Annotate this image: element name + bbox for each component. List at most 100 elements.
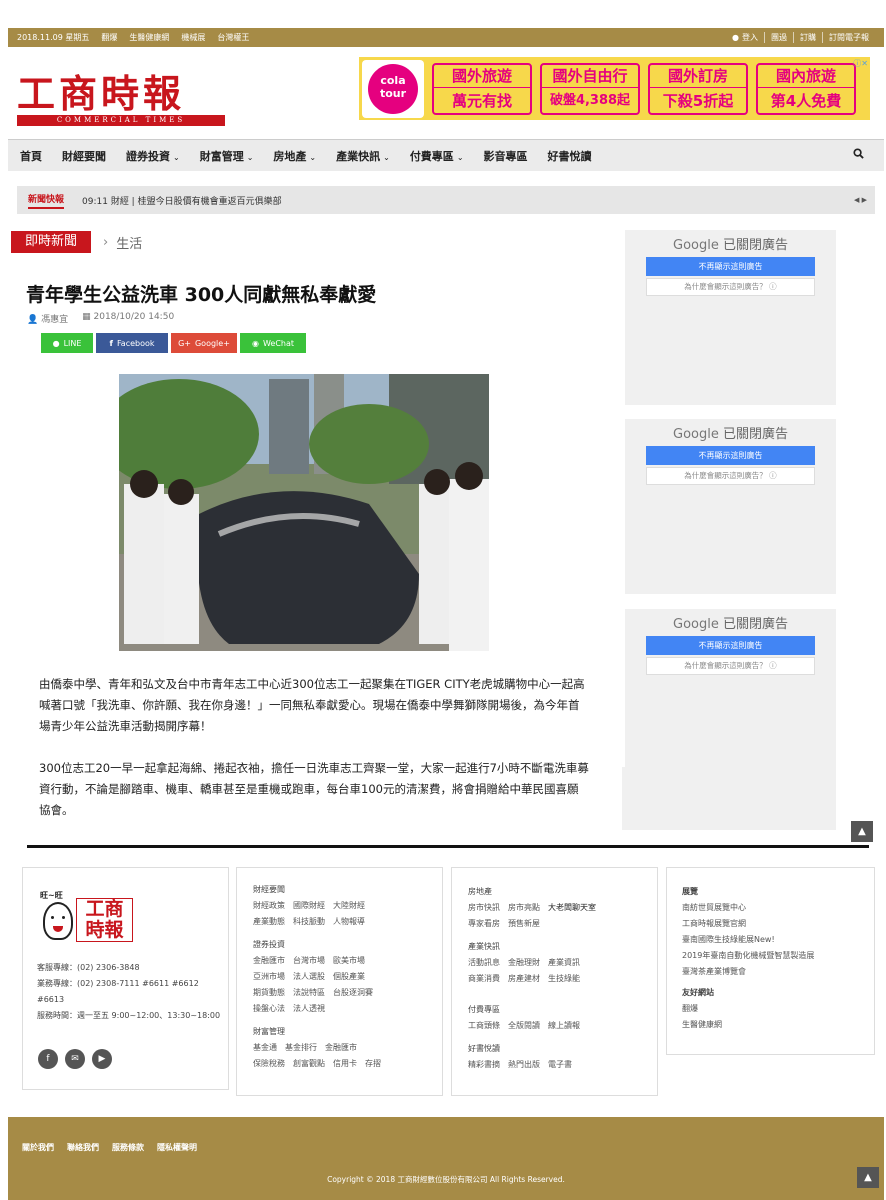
footer-link[interactable]: 金融匯市 [325, 1043, 357, 1052]
top-link-warrant[interactable]: 台灣權王 [217, 32, 249, 43]
footer-link[interactable]: 專家看房 [468, 919, 500, 928]
footer-link[interactable]: 房市快訊 [468, 903, 500, 912]
footer-link[interactable]: 線上讀報 [548, 1021, 580, 1030]
ad-cell-2[interactable]: 國外自由行 破盤4,388起 [540, 62, 640, 115]
footer-link[interactable]: 商業消費 [468, 974, 500, 983]
footer-link[interactable]: 大老闆聊天室 [548, 903, 596, 912]
footer-heading[interactable]: 財經要聞 [253, 884, 442, 895]
nav-video[interactable]: 影音專區 [484, 148, 528, 164]
footer-heading[interactable]: 好書悅讀 [468, 1043, 657, 1054]
footer-link[interactable]: 臺灣茶產業博覽會 [682, 966, 874, 977]
scroll-top-button[interactable]: ▲ [857, 1167, 879, 1188]
footer-link[interactable]: 台股逐洞賽 [333, 988, 373, 997]
ticker-arrows-icon[interactable]: ◀ ▶ [854, 196, 867, 204]
footer-link[interactable]: 法說特區 [293, 988, 325, 997]
search-icon[interactable] [853, 148, 864, 162]
footer-heading[interactable]: 房地產 [468, 886, 657, 897]
footer-link[interactable]: 信用卡 [333, 1059, 357, 1068]
ad-cell-1[interactable]: 國外旅遊 萬元有找 [432, 62, 532, 115]
footer-link[interactable]: 科技脈動 [293, 917, 325, 926]
footer-link[interactable]: 基金通 [253, 1043, 277, 1052]
footer-link[interactable]: 人物報導 [333, 917, 365, 926]
footer-link[interactable]: 工商時報展覽官網 [682, 918, 874, 929]
banner-ad[interactable]: cola tour 國外旅遊 萬元有找 國外自由行 破盤4,388起 國外訂房 下殺5折… [359, 57, 870, 120]
facebook-icon[interactable]: f [38, 1049, 58, 1069]
footer-link[interactable]: 生醫健康網 [682, 1019, 874, 1030]
footer-link[interactable]: 存摺 [365, 1059, 381, 1068]
footer-link[interactable]: 操盤心法 [253, 1004, 285, 1013]
why-ad-button[interactable]: 為什麼會顯示這則廣告？ ⓘ [646, 467, 815, 485]
footer-link[interactable]: 基金排行 [285, 1043, 317, 1052]
why-ad-button[interactable]: 為什麼會顯示這則廣告？ ⓘ [646, 278, 815, 296]
footer-terms-link[interactable]: 服務條款 [112, 1142, 144, 1153]
footer-heading[interactable]: 付費專區 [468, 1004, 657, 1015]
footer-heading[interactable]: 產業快訊 [468, 941, 657, 952]
email-icon[interactable]: ✉ [65, 1049, 85, 1069]
ad-cell-4[interactable]: 國內旅遊 第4人免費 [756, 62, 856, 115]
top-link-health[interactable]: 生醫健康網 [129, 32, 169, 43]
breadcrumb-tag[interactable]: 即時新聞 [11, 231, 91, 253]
share-google-button[interactable]: G+ Google+ [171, 333, 237, 353]
nav-books[interactable]: 好書悅讀 [548, 148, 592, 164]
share-facebook-button[interactable]: f Facebook [96, 333, 168, 353]
footer-link[interactable]: 金融理財 [508, 958, 540, 967]
footer-link[interactable]: 精彩書摘 [468, 1060, 500, 1069]
stop-ad-button[interactable]: 不再顯示這則廣告 [646, 446, 815, 465]
footer-heading[interactable]: 財富管理 [253, 1026, 442, 1037]
footer-link[interactable]: 預售新屋 [508, 919, 540, 928]
scroll-top-button[interactable]: ▲ [851, 821, 873, 842]
footer-link[interactable]: 歐美市場 [333, 956, 365, 965]
footer-link[interactable]: 電子書 [548, 1060, 572, 1069]
youtube-icon[interactable]: ▶ [92, 1049, 112, 1069]
nav-home[interactable]: 首頁 [20, 148, 42, 164]
footer-link[interactable]: 個股產業 [333, 972, 365, 981]
footer-link[interactable]: 財經政策 [253, 901, 285, 910]
footer-link[interactable]: 國際財經 [293, 901, 325, 910]
login-link[interactable]: ● 登入 [726, 32, 764, 43]
ad-close-icon[interactable]: ⓘ✕ [853, 58, 868, 69]
stop-ad-button[interactable]: 不再顯示這則廣告 [646, 636, 815, 655]
footer-contact-link[interactable]: 聯絡我們 [67, 1142, 99, 1153]
footer-link[interactable]: 全版閱讀 [508, 1021, 540, 1030]
breadcrumb-category[interactable]: 生活 [116, 233, 142, 252]
top-link-subscribe[interactable]: 訂購 [793, 32, 822, 43]
why-ad-button[interactable]: 為什麼會顯示這則廣告？ ⓘ [646, 657, 815, 675]
footer-link[interactable]: 亞洲市場 [253, 972, 285, 981]
top-link-epaper[interactable]: 訂閱電子報 [822, 32, 875, 43]
footer-link[interactable]: 金融匯市 [253, 956, 285, 965]
ticker-headline[interactable]: 09:11 財經 | 桂盟今日股價有機會重返百元俱樂部 [82, 194, 282, 207]
site-logo[interactable]: 工商時報 COMMERCIAL TIMES [17, 74, 225, 126]
footer-privacy-link[interactable]: 隱私權聲明 [157, 1142, 197, 1153]
footer-link[interactable]: 法人選股 [293, 972, 325, 981]
stop-ad-button[interactable]: 不再顯示這則廣告 [646, 257, 815, 276]
nav-securities[interactable]: 證券投資 ⌄ [126, 148, 180, 164]
top-link-machine[interactable]: 機械展 [181, 32, 205, 43]
footer-link[interactable]: 台灣市場 [293, 956, 325, 965]
top-link-group[interactable]: 團過 [764, 32, 793, 43]
footer-link[interactable]: 臺南國際生技綠能展New! [682, 934, 874, 945]
footer-link[interactable]: 創富觀點 [293, 1059, 325, 1068]
nav-paid[interactable]: 付費專區 ⌄ [410, 148, 464, 164]
footer-link[interactable]: 房產建材 [508, 974, 540, 983]
footer-link[interactable]: 法人透視 [293, 1004, 325, 1013]
footer-link[interactable]: 活動訊息 [468, 958, 500, 967]
footer-link[interactable]: 產業動態 [253, 917, 285, 926]
footer-link[interactable]: 房市亮點 [508, 903, 540, 912]
nav-finance-news[interactable]: 財經要聞 [62, 148, 106, 164]
ad-cell-3[interactable]: 國外訂房 下殺5折起 [648, 62, 748, 115]
footer-link[interactable]: 產業資訊 [548, 958, 580, 967]
share-wechat-button[interactable]: ◉ WeChat [240, 333, 306, 353]
footer-logo[interactable]: 旺~旺 工商時報 [40, 890, 135, 942]
nav-realestate[interactable]: 房地產 ⌄ [273, 148, 316, 164]
footer-link[interactable]: 大陸財經 [333, 901, 365, 910]
footer-link[interactable]: 工商頭條 [468, 1021, 500, 1030]
footer-link[interactable]: 生技綠能 [548, 974, 580, 983]
footer-link[interactable]: 熱門出版 [508, 1060, 540, 1069]
footer-heading[interactable]: 證券投資 [253, 939, 442, 950]
footer-about-link[interactable]: 關於我們 [22, 1142, 54, 1153]
top-link-fanbao[interactable]: 翻爆 [101, 32, 117, 43]
nav-industry[interactable]: 產業快訊 ⌄ [336, 148, 390, 164]
footer-link[interactable]: 保險稅務 [253, 1059, 285, 1068]
nav-wealth[interactable]: 財富管理 ⌄ [200, 148, 254, 164]
footer-link[interactable]: 南紡世貿展覽中心 [682, 902, 874, 913]
